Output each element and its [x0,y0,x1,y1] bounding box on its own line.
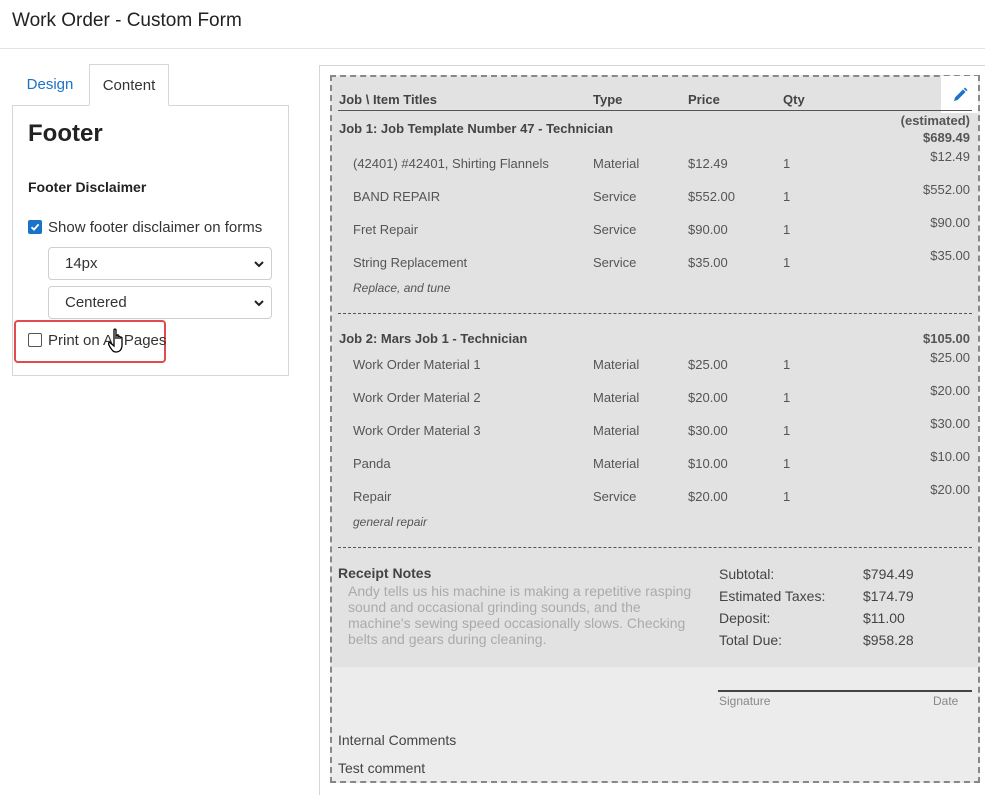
line-item-name: Work Order Material 3 [353,423,481,438]
tab-design[interactable]: Design [13,64,87,105]
col-header-titles: Job \ Item Titles [339,92,438,107]
line-item-price: $12.49 [688,156,728,171]
line-item-qty: 1 [783,456,791,471]
receipt-notes-body: Andy tells us his machine is making a re… [348,583,692,647]
line-item-type: Material [593,357,640,372]
line-item-name: Work Order Material 1 [353,357,481,372]
line-item-qty: 1 [783,357,791,372]
signature-label: Signature [719,694,771,708]
font-size-value: 14px [65,255,98,272]
show-disclaimer-row[interactable]: Show footer disclaimer on forms [28,218,262,236]
header-rule [338,110,972,111]
line-item-type: Material [593,456,640,471]
line-item-qty: 1 [783,156,791,171]
job-title: Job 1: Job Template Number 47 - Technici… [339,121,614,136]
line-item-amount: $90.00 [930,215,970,230]
line-item-amount: $552.00 [923,182,970,197]
col-header-price: Price [688,92,720,107]
line-item-name: Work Order Material 2 [353,390,481,405]
line-item-price: $552.00 [688,189,735,204]
alignment-select[interactable]: Centered [48,286,272,319]
line-item-name: String Replacement [353,255,468,270]
line-item-price: $25.00 [688,357,728,372]
line-item-qty: 1 [783,255,791,270]
show-disclaimer-label: Show footer disclaimer on forms [48,218,263,236]
line-item-qty: 1 [783,222,791,237]
line-item-amount: $12.49 [930,149,970,164]
line-item-qty: 1 [783,189,791,204]
hand-pointer-icon [108,328,123,353]
line-item-price: $30.00 [688,423,728,438]
job-total: $689.49 [923,130,970,145]
line-item-amount: $20.00 [930,482,970,497]
line-item-type: Material [593,156,640,171]
alignment-value: Centered [65,294,127,311]
job-divider [338,313,972,314]
line-item-name: BAND REPAIR [353,189,441,204]
line-item-price: $20.00 [688,489,728,504]
line-item-name: Fret Repair [353,222,419,237]
subtotal-value: $794.49 [863,566,914,582]
section-heading: Footer Disclaimer [28,179,147,195]
signature-line [718,690,972,692]
line-item-amount: $35.00 [930,248,970,263]
chevron-down-icon [254,261,264,268]
taxes-value: $174.79 [863,588,914,604]
edit-button[interactable] [941,76,978,113]
line-item-qty: 1 [783,489,791,504]
line-item-amount: $10.00 [930,449,970,464]
print-all-pages-row[interactable]: Print on All Pages [28,331,166,349]
taxes-label: Estimated Taxes: [719,588,826,604]
line-item-type: Service [593,222,637,237]
tab-content[interactable]: Content [89,64,169,106]
receipt-notes-title: Receipt Notes [338,565,432,581]
font-size-select[interactable]: 14px [48,247,272,280]
line-item-type: Material [593,423,640,438]
job-note: Replace, and tune [353,281,451,295]
job-total: $105.00 [923,331,970,346]
internal-comment-text: Test comment [338,760,426,776]
line-item-amount: $20.00 [930,383,970,398]
total-due-value: $958.28 [863,632,914,648]
deposit-value: $11.00 [863,610,905,626]
line-item-name: (42401) #42401, Shirting Flannels [353,156,549,171]
total-due-label: Total Due: [719,632,783,648]
line-item-qty: 1 [783,390,791,405]
line-item-type: Service [593,255,637,270]
col-header-type: Type [593,92,623,107]
line-item-name: Repair [353,489,392,504]
line-item-price: $20.00 [688,390,728,405]
line-item-amount: $25.00 [930,350,970,365]
line-item-price: $90.00 [688,222,728,237]
job-title: Job 2: Mars Job 1 - Technician [339,331,528,346]
deposit-label: Deposit: [719,610,771,626]
col-header-qty: Qty [783,92,805,107]
job-estimated-label: (estimated) [900,113,970,128]
line-item-price: $35.00 [688,255,728,270]
panel-heading: Footer [28,120,103,147]
print-all-pages-checkbox[interactable] [28,333,42,347]
line-item-type: Service [593,189,637,204]
line-item-type: Material [593,390,640,405]
show-disclaimer-checkbox[interactable] [28,220,42,234]
line-item-qty: 1 [783,423,791,438]
job-divider [338,547,972,548]
subtotal-label: Subtotal: [719,566,775,582]
chevron-down-icon [254,300,264,307]
line-item-type: Service [593,489,637,504]
title-divider [0,48,985,49]
line-item-name: Panda [353,456,391,471]
line-item-price: $10.00 [688,456,728,471]
job-note: general repair [353,515,428,529]
internal-comments-label: Internal Comments [338,732,457,748]
line-item-amount: $30.00 [930,416,970,431]
date-label: Date [933,694,959,708]
page-title: Work Order - Custom Form [12,10,242,31]
pencil-icon [953,87,967,101]
